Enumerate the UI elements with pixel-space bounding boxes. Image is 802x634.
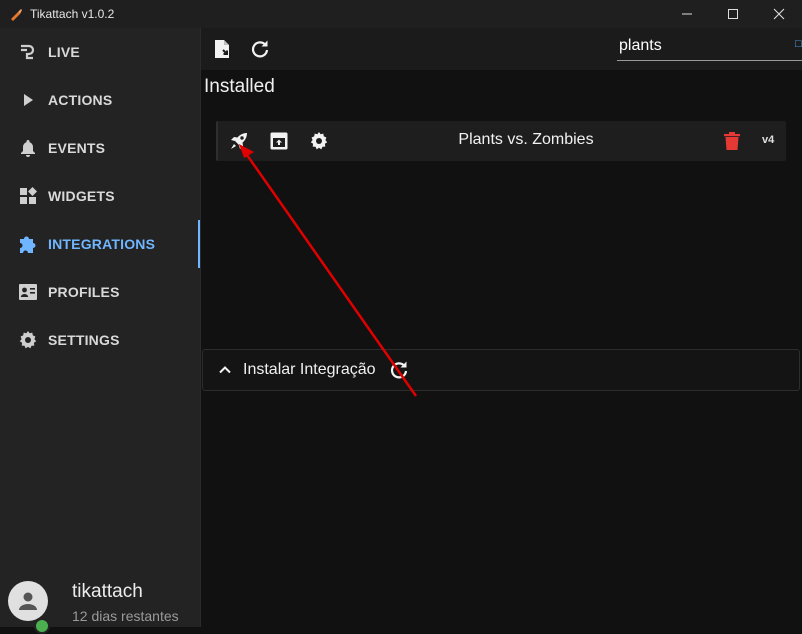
username: tikattach [72,581,143,602]
sidebar-item-live[interactable]: LIVE [0,28,200,76]
chevron-up-icon[interactable] [215,360,235,380]
window-title: Tikattach v1.0.2 [30,7,115,21]
sidebar-item-label: WIDGETS [48,188,115,204]
maximize-button[interactable] [710,0,756,28]
play-icon [17,89,39,111]
bell-icon [17,137,39,159]
refresh-icon[interactable] [389,360,409,380]
sidebar: LIVE ACTIONS EVENTS WIDGETS INTEGRATIONS… [0,28,201,627]
gear-icon [310,132,328,150]
install-integration-panel[interactable]: Instalar Integração [202,349,800,391]
import-button[interactable] [209,36,235,62]
sidebar-item-actions[interactable]: ACTIONS [0,76,200,124]
gear-icon [17,329,39,351]
online-status-dot [34,618,50,634]
rocket-icon [231,133,247,149]
refresh-button[interactable] [247,36,273,62]
section-title: Installed [204,76,275,97]
open-window-icon [270,132,288,150]
app-logo-icon [11,9,22,21]
maximize-icon [728,9,738,19]
person-icon [19,592,37,610]
puzzle-icon [17,233,39,255]
delete-integration-button[interactable] [721,130,743,152]
profile-card-icon [17,281,39,303]
refresh-icon [251,40,269,58]
sidebar-item-label: PROFILES [48,284,120,300]
integration-name: Plants vs. Zombies [458,131,594,148]
search-input[interactable] [617,32,802,61]
install-integration-label: Instalar Integração [243,361,376,378]
close-icon [773,8,785,20]
avatar[interactable] [8,581,48,621]
title-bar: Tikattach v1.0.2 [0,0,802,28]
sidebar-item-label: EVENTS [48,140,106,156]
integration-version: v4 [762,134,775,146]
sidebar-item-label: INTEGRATIONS [48,236,156,252]
sidebar-item-integrations[interactable]: INTEGRATIONS [0,220,200,268]
widgets-icon [17,185,39,207]
sidebar-item-events[interactable]: EVENTS [0,124,200,172]
sidebar-item-widgets[interactable]: WIDGETS [0,172,200,220]
subscription-remaining: 12 dias restantes [72,608,179,624]
integration-settings-button[interactable] [308,130,330,152]
launch-button[interactable] [228,130,250,152]
sidebar-item-profiles[interactable]: PROFILES [0,268,200,316]
sidebar-item-settings[interactable]: SETTINGS [0,316,200,364]
open-widget-button[interactable] [268,130,290,152]
plug-icon [17,41,39,63]
trash-icon [724,132,740,150]
close-button[interactable] [756,0,802,28]
import-file-icon [215,40,229,58]
integration-row: Plants vs. Zombies v4 [216,121,786,161]
edge-indicator: □ [795,38,802,50]
sidebar-item-label: SETTINGS [48,332,120,348]
sidebar-item-label: ACTIONS [48,92,113,108]
minimize-button[interactable] [664,0,710,28]
minimize-icon [682,13,692,15]
sidebar-item-label: LIVE [48,44,80,60]
